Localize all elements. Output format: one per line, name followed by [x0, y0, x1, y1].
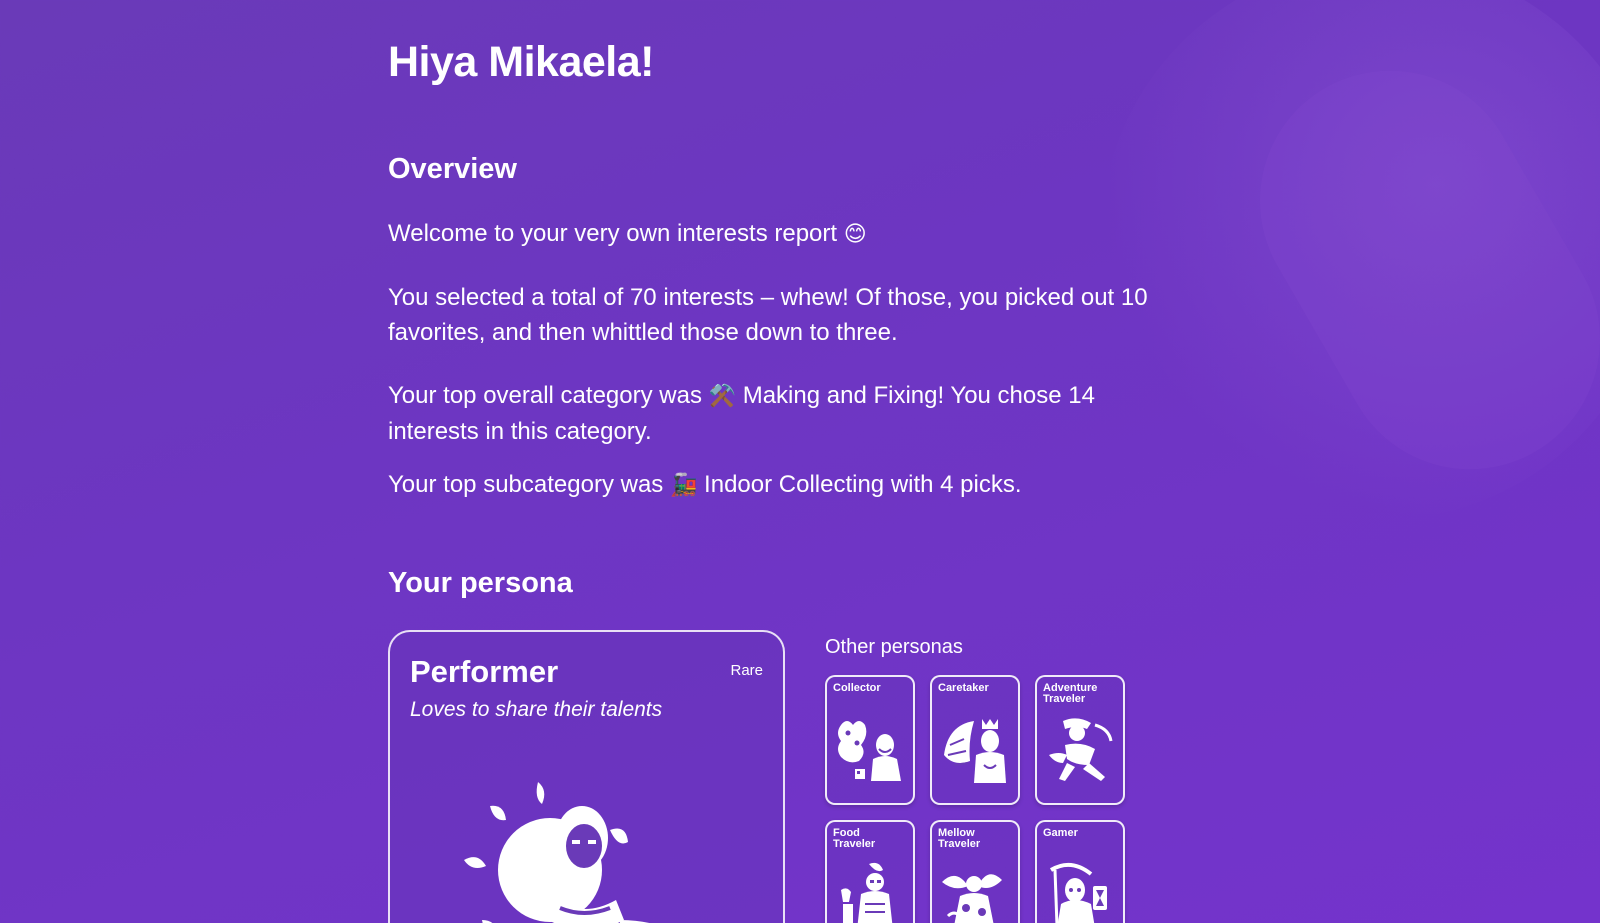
other-personas-grid: Collector Caretaker Adventure Traveler F… — [825, 675, 1125, 923]
performer-figure-icon — [460, 770, 700, 923]
hammer-pick-emoji-icon: ⚒️ — [708, 384, 737, 409]
welcome-label: Welcome to your very own interests repor… — [388, 220, 838, 247]
greeting-heading: Hiya Mikaela! — [388, 38, 654, 86]
caretaker-figure-icon — [940, 715, 1010, 790]
top-category-prefix: Your top overall category was — [388, 382, 702, 409]
overview-heading: Overview — [388, 153, 517, 185]
background-decoration-stroke — [1212, 23, 1600, 517]
persona-section: Performer Rare Loves to share their tale… — [388, 630, 1188, 923]
persona-card-label: Adventure Traveler — [1043, 682, 1098, 705]
persona-name: Performer — [410, 654, 559, 689]
main-persona-card[interactable]: Performer Rare Loves to share their tale… — [388, 630, 785, 923]
persona-card-gamer[interactable]: Gamer — [1035, 820, 1125, 923]
persona-card-adventure-traveler[interactable]: Adventure Traveler — [1035, 675, 1125, 805]
persona-heading: Your persona — [388, 567, 573, 599]
persona-card-label: Food Traveler — [833, 827, 876, 850]
persona-card-label: Collector — [833, 682, 881, 694]
persona-tagline: Loves to share their talents — [410, 698, 663, 721]
persona-card-mellow-traveler[interactable]: Mellow Traveler — [930, 820, 1020, 923]
persona-card-collector[interactable]: Collector — [825, 675, 915, 805]
welcome-text: Welcome to your very own interests repor… — [388, 216, 1168, 252]
collector-figure-icon — [835, 715, 905, 790]
top-subcategory-prefix: Your top subcategory was — [388, 471, 664, 498]
train-emoji-icon: 🚂 — [669, 473, 698, 498]
top-category-text: Your top overall category was ⚒️ Making … — [388, 378, 1168, 449]
other-personas-heading: Other personas — [825, 636, 963, 658]
persona-card-label: Gamer — [1043, 827, 1078, 839]
other-personas-panel: Other personas Collector Caretaker Adven… — [825, 630, 1125, 923]
interests-total-text: You selected a total of 70 interests – w… — [388, 284, 1148, 346]
persona-rarity-badge: Rare — [730, 662, 763, 679]
persona-card-label: Caretaker — [938, 682, 989, 694]
smile-emoji-icon: 😊 — [843, 222, 867, 247]
persona-card-caretaker[interactable]: Caretaker — [930, 675, 1020, 805]
report-content: Hiya Mikaela! Overview Welcome to your v… — [388, 0, 1188, 923]
adventure-traveler-figure-icon — [1045, 715, 1115, 790]
top-subcategory-text: Your top subcategory was 🚂 Indoor Collec… — [388, 467, 1168, 503]
food-traveler-figure-icon — [835, 860, 905, 923]
top-subcategory-suffix: Indoor Collecting with 4 picks. — [704, 471, 1022, 498]
gamer-figure-icon — [1045, 860, 1115, 923]
persona-card-label: Mellow Traveler — [938, 827, 981, 850]
persona-card-food-traveler[interactable]: Food Traveler — [825, 820, 915, 923]
mellow-traveler-figure-icon — [940, 860, 1010, 923]
